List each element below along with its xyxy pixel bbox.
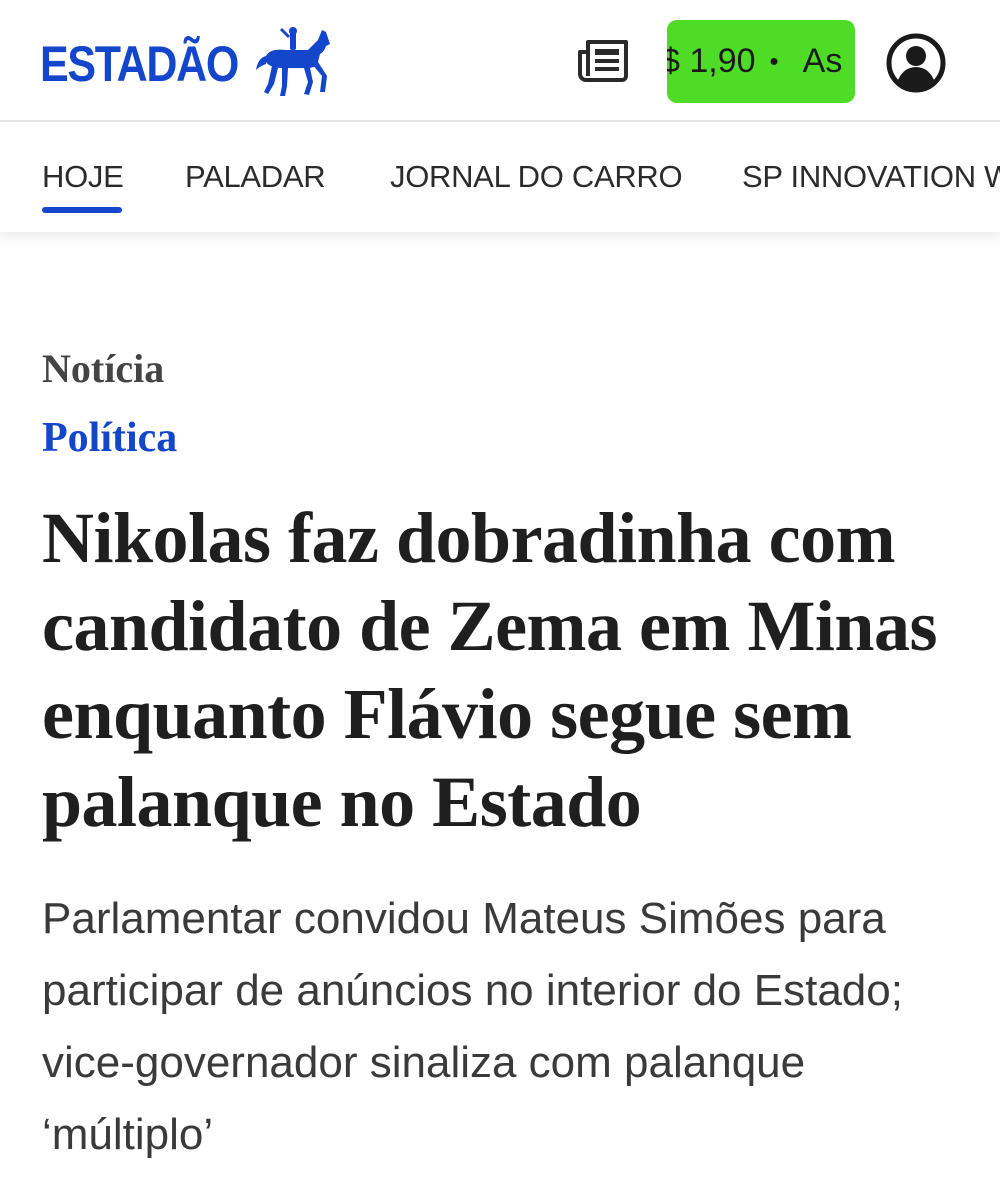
user-account-icon[interactable] [886, 33, 946, 93]
nav-item-paladar[interactable]: PALADAR [185, 159, 326, 195]
article-kicker: Notícia [42, 346, 165, 391]
subscribe-price: $ 1,90 [667, 42, 756, 80]
nav-item-sp-innovation[interactable]: SP INNOVATION W [742, 159, 1000, 195]
logo-wordmark: ESTADÃO [40, 36, 239, 92]
section-nav: HOJE PALADAR JORNAL DO CARRO SP INNOVATI… [0, 124, 1000, 232]
article-section-link[interactable]: Política [42, 414, 177, 462]
subscribe-separator: • [769, 46, 779, 76]
nav-item-jornal-do-carro[interactable]: JORNAL DO CARRO [390, 159, 683, 195]
newspaper-icon[interactable] [578, 38, 630, 84]
article-lede: Parlamentar convidou Mateus Simões para … [42, 894, 903, 1159]
site-logo[interactable]: ESTADÃO [40, 26, 330, 102]
nav-item-hoje[interactable]: HOJE [42, 159, 124, 195]
top-header: ESTADÃO $ 1,90 • As [0, 0, 1000, 122]
horse-rider-icon [256, 27, 330, 96]
nav-active-indicator [42, 207, 122, 213]
subscribe-button[interactable]: $ 1,90 • As [667, 20, 855, 103]
subscribe-cta: As [802, 42, 843, 80]
article-headline: Nikolas faz dobradinha com candidato de … [42, 498, 937, 842]
